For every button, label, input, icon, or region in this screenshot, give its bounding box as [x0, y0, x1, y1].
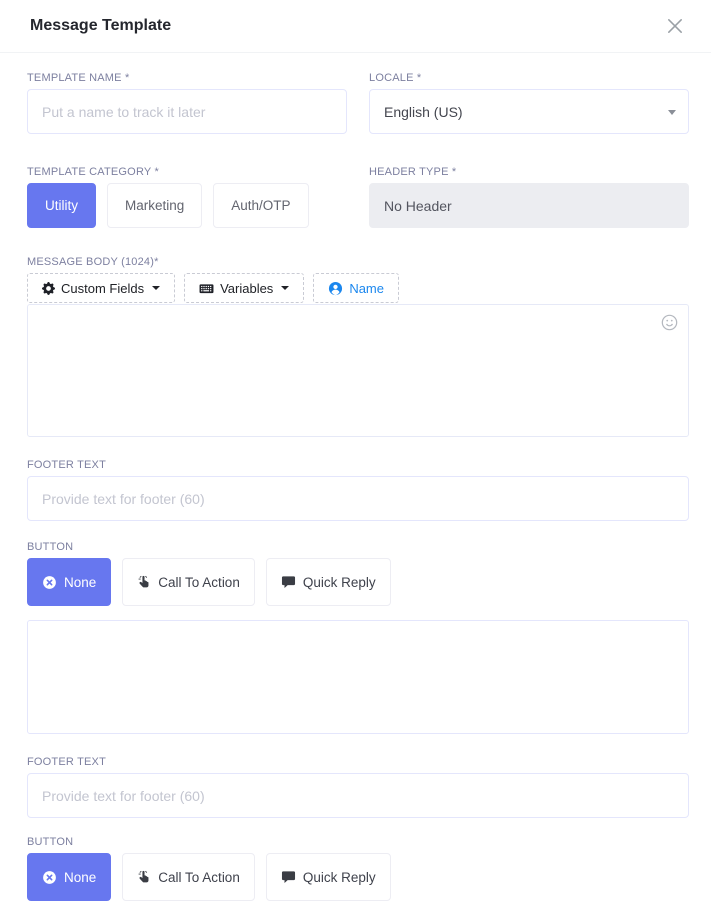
footer-text-2-input[interactable] — [27, 773, 689, 818]
x-circle-icon — [42, 575, 57, 590]
variables-button[interactable]: Variables — [184, 273, 304, 303]
message-body-label: MESSAGE BODY (1024)* — [27, 256, 689, 268]
locale-select[interactable]: English (US) — [369, 89, 689, 134]
custom-fields-label: Custom Fields — [61, 281, 144, 296]
header-type-group: HEADER TYPE * No Header — [369, 166, 689, 228]
footer-text-input[interactable] — [27, 476, 689, 521]
variables-label: Variables — [220, 281, 273, 296]
message-body-group: MESSAGE BODY (1024)* Custom Fields Varia… — [27, 256, 689, 437]
header-type-value: No Header — [384, 198, 452, 214]
locale-group: LOCALE * English (US) — [369, 72, 689, 134]
category-authotp-button[interactable]: Auth/OTP — [213, 183, 308, 228]
button-2-call-to-action-label: Call To Action — [158, 870, 240, 885]
gear-icon — [42, 282, 55, 295]
template-name-input[interactable] — [27, 89, 347, 134]
footer-text-2-label: FOOTER TEXT — [27, 756, 689, 768]
person-circle-icon — [328, 281, 343, 296]
button-quick-reply[interactable]: Quick Reply — [266, 558, 391, 606]
hand-pointer-icon — [137, 870, 151, 884]
button-type-options: None Call To Action Quick Reply — [27, 558, 689, 606]
button-none-label: None — [64, 575, 96, 590]
hand-pointer-icon — [137, 575, 151, 589]
smiley-icon — [661, 314, 678, 331]
close-button[interactable] — [663, 14, 687, 38]
button-quick-reply-label: Quick Reply — [303, 575, 376, 590]
button-2-none[interactable]: None — [27, 853, 111, 901]
template-category-group: TEMPLATE CATEGORY * Utility Marketing Au… — [27, 166, 347, 228]
chevron-down-icon — [281, 286, 289, 290]
modal-header: Message Template — [0, 0, 711, 53]
emoji-picker-button[interactable] — [659, 312, 679, 332]
button-label: BUTTON — [27, 541, 689, 553]
template-category-options: Utility Marketing Auth/OTP — [27, 183, 347, 228]
chat-bubble-icon — [281, 870, 296, 884]
button-2-label: BUTTON — [27, 836, 689, 848]
template-name-group: TEMPLATE NAME * — [27, 72, 347, 134]
message-body-box — [27, 304, 689, 437]
message-body-2-group — [27, 620, 689, 734]
category-marketing-button[interactable]: Marketing — [107, 183, 202, 228]
locale-value: English (US) — [384, 104, 463, 120]
button-2-quick-reply[interactable]: Quick Reply — [266, 853, 391, 901]
footer-text-group: FOOTER TEXT — [27, 459, 689, 521]
button-2-call-to-action[interactable]: Call To Action — [122, 853, 255, 901]
locale-label: LOCALE * — [369, 72, 689, 84]
modal-body: TEMPLATE NAME * LOCALE * English (US) TE… — [0, 53, 711, 901]
message-body-2-textarea[interactable] — [28, 621, 688, 733]
modal-title: Message Template — [30, 17, 171, 35]
button-call-to-action-label: Call To Action — [158, 575, 240, 590]
close-icon — [666, 17, 684, 35]
button-call-to-action[interactable]: Call To Action — [122, 558, 255, 606]
chat-bubble-icon — [281, 575, 296, 589]
header-type-select[interactable]: No Header — [369, 183, 689, 228]
custom-fields-button[interactable]: Custom Fields — [27, 273, 175, 303]
message-template-modal: Message Template TEMPLATE NAME * LOCALE … — [0, 0, 711, 917]
header-type-label: HEADER TYPE * — [369, 166, 689, 178]
name-label: Name — [349, 281, 384, 296]
message-body-toolbar: Custom Fields Variables Name — [27, 273, 689, 303]
name-button[interactable]: Name — [313, 273, 399, 303]
x-circle-icon — [42, 870, 57, 885]
button-none[interactable]: None — [27, 558, 111, 606]
message-body-textarea[interactable] — [28, 305, 688, 436]
message-body-2-box — [27, 620, 689, 734]
button-type-2-options: None Call To Action Quick Reply — [27, 853, 689, 901]
chevron-down-icon — [152, 286, 160, 290]
template-category-label: TEMPLATE CATEGORY * — [27, 166, 347, 178]
button-2-none-label: None — [64, 870, 96, 885]
button-type-group: BUTTON None Call To Action — [27, 541, 689, 606]
category-utility-button[interactable]: Utility — [27, 183, 96, 228]
footer-text-label: FOOTER TEXT — [27, 459, 689, 471]
button-2-quick-reply-label: Quick Reply — [303, 870, 376, 885]
keyboard-icon — [199, 282, 214, 295]
button-type-2-group: BUTTON None Call To Action — [27, 836, 689, 901]
footer-text-2-group: FOOTER TEXT — [27, 756, 689, 818]
template-name-label: TEMPLATE NAME * — [27, 72, 347, 84]
chevron-down-icon — [668, 110, 676, 115]
